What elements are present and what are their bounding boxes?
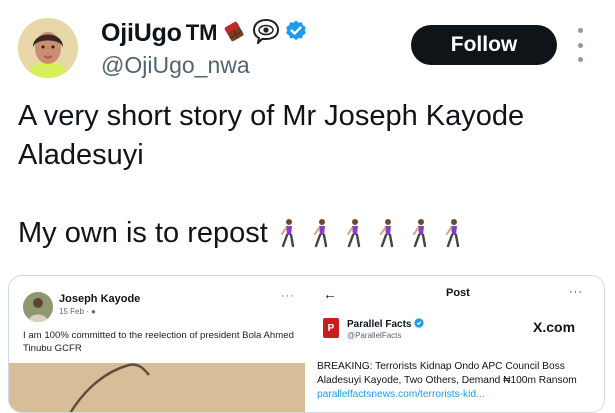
woman-walking-icon bbox=[407, 218, 433, 259]
x-com-label: X.com bbox=[533, 319, 576, 335]
attached-media[interactable]: Joseph Kayode 15 Feb · ● ··· I am 100% c… bbox=[8, 275, 605, 413]
fb-post-photo bbox=[9, 363, 305, 412]
fb-post-text: I am 100% committed to the reelection of… bbox=[23, 330, 294, 354]
pf-account-name: Parallel Facts bbox=[347, 318, 425, 331]
fb-author-avatar bbox=[23, 292, 53, 322]
fb-date-text: 15 Feb · bbox=[59, 307, 89, 316]
logo-letter: P bbox=[327, 322, 335, 334]
post-more-icon: ··· bbox=[569, 286, 583, 298]
back-arrow-icon: ← bbox=[323, 286, 337, 302]
pf-post-text: BREAKING: Terrorists Kidnap Ondo APC Cou… bbox=[317, 360, 602, 402]
parallel-facts-logo: P bbox=[323, 318, 339, 338]
tm-mark: TM bbox=[185, 20, 218, 45]
woman-walking-icon bbox=[440, 218, 466, 259]
post-title: Post bbox=[446, 287, 470, 299]
x-post-screenshot[interactable]: ← Post ··· P Parallel Facts @ParallelFac… bbox=[307, 276, 604, 412]
tweet-line-1: A very short story of Mr Joseph Kayode A… bbox=[18, 100, 525, 171]
woman-walking-icon bbox=[374, 218, 400, 259]
display-name[interactable]: OjiUgo bbox=[101, 19, 182, 48]
globe-icon: ● bbox=[91, 307, 96, 316]
verified-badge-icon[interactable] bbox=[284, 19, 308, 48]
facebook-post-screenshot[interactable]: Joseph Kayode 15 Feb · ● ··· I am 100% c… bbox=[9, 276, 307, 412]
tweet-line-2: My own is to repost bbox=[18, 214, 608, 259]
fb-author-name: Joseph Kayode bbox=[59, 293, 141, 305]
name-row: OjiUgo TM bbox=[101, 16, 308, 50]
follow-button[interactable]: Follow bbox=[411, 25, 557, 65]
woman-walking-icon bbox=[308, 218, 334, 259]
eye-in-speech-bubble-icon bbox=[252, 18, 280, 49]
tweet-line-2-text: My own is to repost bbox=[18, 217, 268, 249]
woman-walking-icon bbox=[341, 218, 367, 259]
fb-more-icon: ··· bbox=[281, 290, 295, 302]
more-options-icon[interactable] bbox=[575, 28, 585, 62]
user-handle[interactable]: @OjiUgo_nwa bbox=[101, 52, 250, 79]
pf-account-name-text: Parallel Facts bbox=[347, 319, 412, 330]
chocolate-icon bbox=[222, 19, 248, 48]
verified-badge-icon bbox=[414, 318, 425, 331]
avatar[interactable] bbox=[18, 18, 78, 78]
woman-walking-icon bbox=[275, 218, 301, 259]
fb-post-date: 15 Feb · ● bbox=[59, 307, 96, 316]
tweet-text: A very short story of Mr Joseph Kayode A… bbox=[18, 97, 608, 259]
pf-link: parallelfactsnews.com/terrorists-kid... bbox=[317, 389, 485, 400]
pf-account-handle: @ParallelFacts bbox=[347, 331, 402, 340]
pf-headline: BREAKING: Terrorists Kidnap Ondo APC Cou… bbox=[317, 361, 577, 386]
